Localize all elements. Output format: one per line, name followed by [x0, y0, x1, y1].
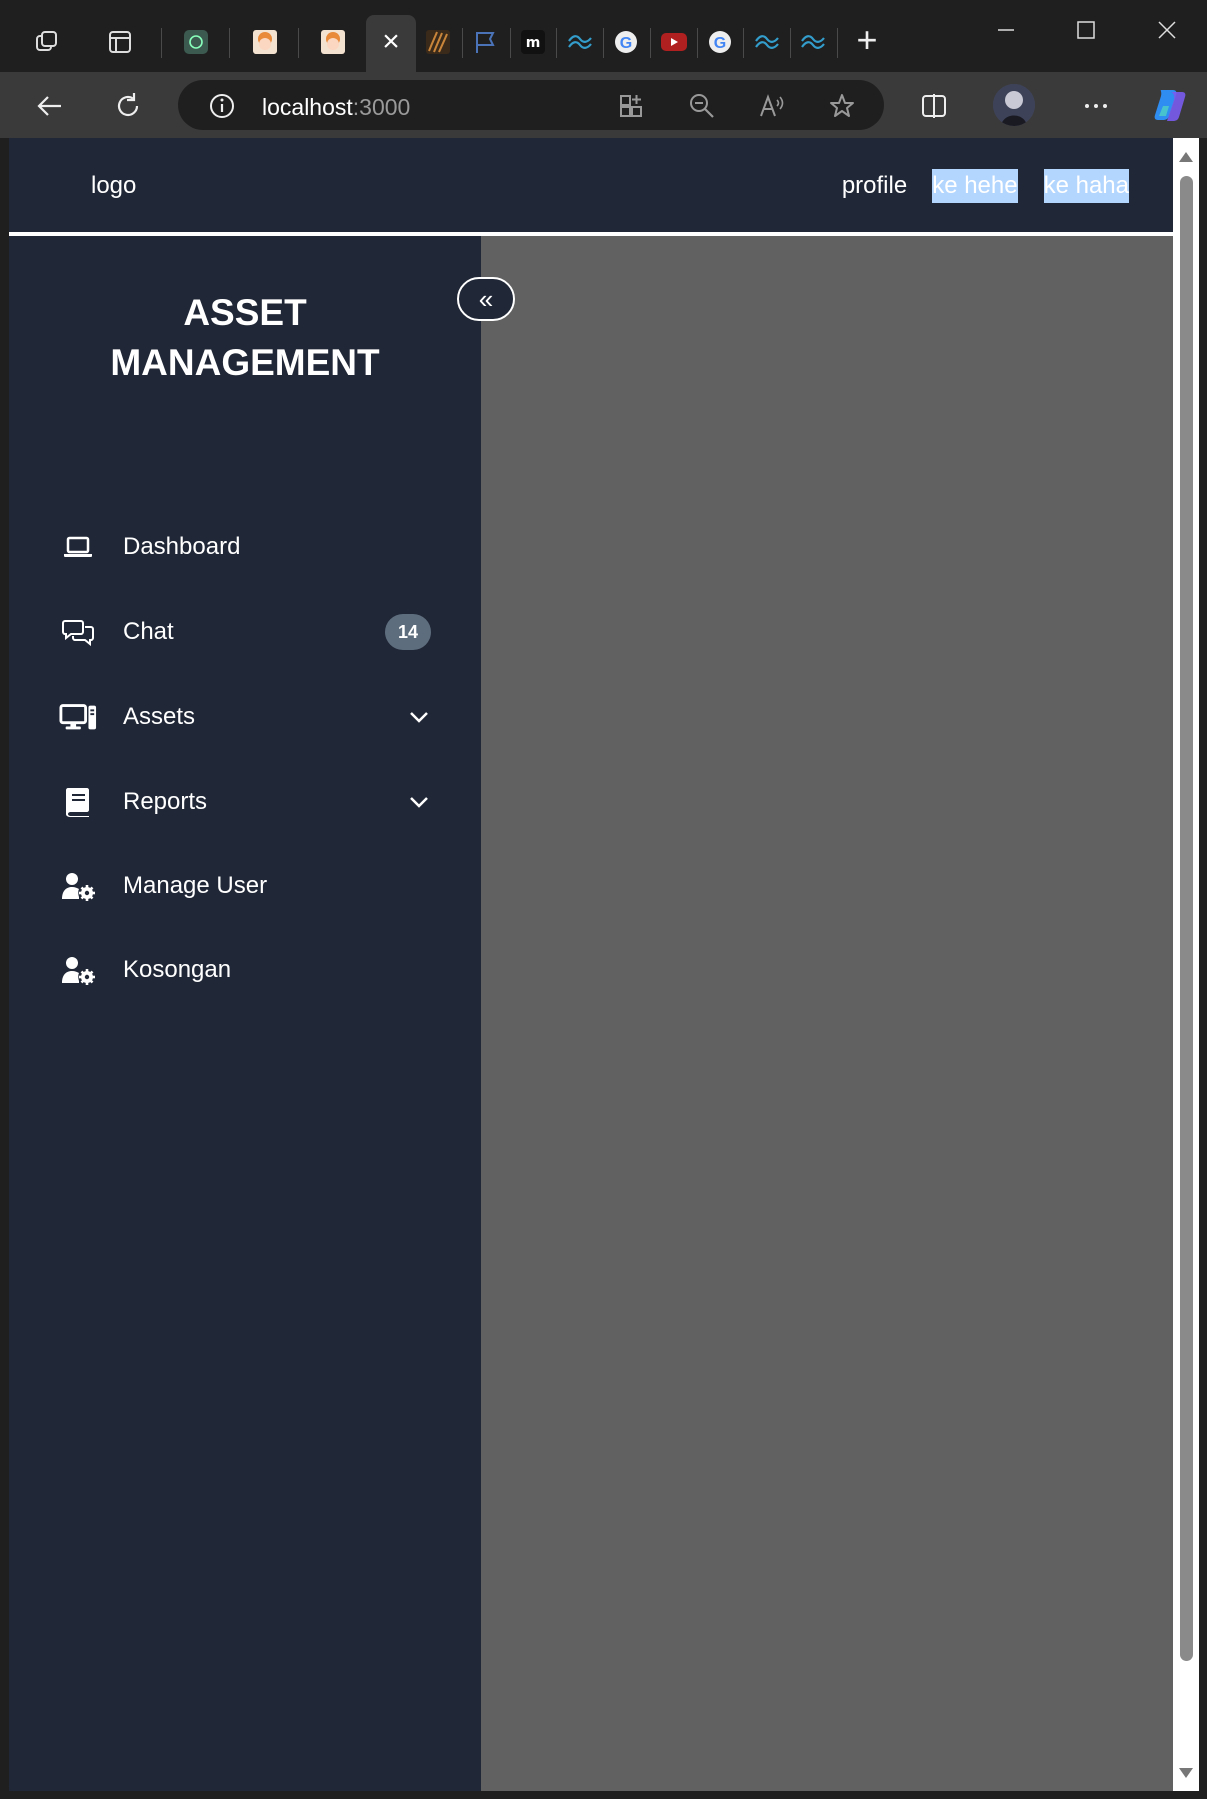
- browser-tab-bar: × m G G +: [0, 0, 1207, 72]
- active-tab[interactable]: ×: [366, 15, 416, 72]
- tab-google-icon[interactable]: G: [611, 27, 641, 57]
- user-gear-icon: [59, 868, 97, 904]
- svg-text:G: G: [714, 35, 726, 52]
- navbar-links: profile ke hehe ke haha: [842, 169, 1129, 203]
- new-tab-button[interactable]: +: [850, 20, 884, 60]
- read-aloud-icon[interactable]: [758, 92, 786, 120]
- chat-bubbles-icon: [59, 614, 97, 650]
- tab-anime-avatar-icon[interactable]: [318, 27, 348, 57]
- tab-tailwind-icon[interactable]: [752, 27, 782, 57]
- sidebar-item-label: Assets: [123, 703, 196, 730]
- sidebar-item-dashboard[interactable]: Dashboard: [9, 519, 481, 575]
- nav-link-ke-haha[interactable]: ke haha: [1043, 169, 1129, 203]
- chevron-down-icon[interactable]: [407, 790, 431, 814]
- sidebar-item-label: Manage User: [123, 872, 268, 899]
- split-screen-icon[interactable]: [916, 88, 952, 124]
- workspaces-icon[interactable]: [32, 27, 62, 57]
- tab-flag-icon[interactable]: [470, 27, 500, 57]
- top-navbar: logo profile ke hehe ke haha: [9, 138, 1173, 236]
- sidebar-item-label: Dashboard: [123, 533, 241, 560]
- page-viewport: logo profile ke hehe ke haha ASSET MANAG…: [9, 138, 1173, 1791]
- tab-chatgpt-icon[interactable]: [181, 27, 211, 57]
- tab-google-icon[interactable]: G: [705, 27, 735, 57]
- tab-m-icon[interactable]: m: [518, 27, 548, 57]
- zoom-out-icon[interactable]: [688, 92, 716, 120]
- maximize-button[interactable]: [1056, 10, 1116, 50]
- tab-tailwind-icon[interactable]: [565, 27, 595, 57]
- sidebar-item-manage-user[interactable]: Manage User: [9, 858, 481, 914]
- profile-avatar[interactable]: [993, 84, 1035, 126]
- tab-tailwind-icon[interactable]: [798, 27, 828, 57]
- user-gear-icon: [59, 952, 97, 988]
- sidebar-item-reports[interactable]: Reports: [9, 774, 481, 830]
- chat-count-badge: 14: [385, 614, 431, 650]
- refresh-button[interactable]: [110, 88, 146, 124]
- page-scrollbar[interactable]: [1173, 138, 1199, 1791]
- tab-anime-avatar-icon[interactable]: [250, 27, 280, 57]
- chevron-down-icon[interactable]: [407, 705, 431, 729]
- address-bar[interactable]: localhost:3000: [178, 80, 884, 130]
- tab-actions-icon[interactable]: [105, 27, 135, 57]
- app-available-icon[interactable]: [618, 92, 646, 120]
- scrollbar-thumb[interactable]: [1180, 176, 1193, 1661]
- sidebar-item-assets[interactable]: Assets: [9, 689, 481, 745]
- desktop-computer-icon: [59, 699, 97, 735]
- site-info-icon[interactable]: [208, 92, 236, 120]
- browser-toolbar: localhost:3000: [0, 72, 1207, 138]
- svg-text:G: G: [620, 35, 632, 52]
- tab-stripes-icon[interactable]: [423, 27, 453, 57]
- copilot-icon[interactable]: [1149, 84, 1191, 126]
- sidebar-item-chat[interactable]: Chat 14: [9, 604, 481, 660]
- more-options-icon[interactable]: [1078, 88, 1114, 124]
- sidebar-title: ASSET MANAGEMENT: [110, 292, 380, 383]
- sidebar: ASSET MANAGEMENT Dashboard Chat 14 Asset…: [9, 236, 515, 1791]
- favorite-star-icon[interactable]: [828, 92, 856, 120]
- scroll-up-arrow-icon[interactable]: [1179, 152, 1193, 162]
- minimize-button[interactable]: [976, 10, 1036, 50]
- url-text[interactable]: localhost:3000: [262, 94, 410, 121]
- sidebar-item-kosongan[interactable]: Kosongan: [9, 942, 481, 998]
- scroll-down-arrow-icon[interactable]: [1179, 1768, 1193, 1778]
- sidebar-item-label: Chat: [123, 618, 174, 645]
- main-content-area: [481, 236, 1173, 1791]
- double-chevron-left-icon: «: [478, 283, 494, 314]
- book-icon: [59, 784, 97, 820]
- nav-link-ke-hehe[interactable]: ke hehe: [932, 169, 1018, 203]
- tab-close-icon[interactable]: ×: [366, 25, 416, 59]
- sidebar-item-label: Reports: [123, 788, 208, 815]
- logo-text[interactable]: logo: [91, 172, 136, 200]
- back-button[interactable]: [32, 88, 68, 124]
- laptop-icon: [59, 529, 97, 565]
- nav-link-profile[interactable]: profile: [842, 169, 907, 203]
- sidebar-item-label: Kosongan: [123, 956, 232, 983]
- sidebar-collapse-button[interactable]: «: [457, 277, 515, 321]
- close-window-button[interactable]: [1137, 10, 1197, 50]
- svg-text:m: m: [526, 35, 541, 51]
- tab-youtube-icon[interactable]: [659, 27, 689, 57]
